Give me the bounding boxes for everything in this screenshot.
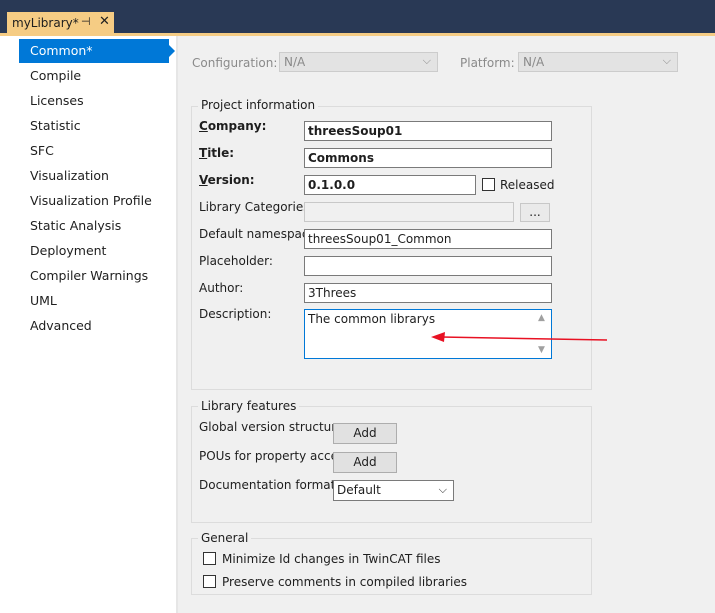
author-label: Author:: [199, 281, 244, 295]
nav-item-advanced[interactable]: Advanced: [19, 314, 169, 338]
browse-categories-button[interactable]: ...: [520, 203, 550, 222]
library-categories-field: [304, 202, 514, 222]
documentation-format-select[interactable]: Default ⌵: [333, 480, 454, 501]
documentation-format-label: Documentation format:: [199, 478, 340, 492]
version-label: Version:: [199, 173, 255, 187]
chevron-down-icon: ⌵: [438, 483, 447, 496]
documentation-format-value: Default: [337, 483, 381, 497]
minimize-id-changes-checkbox[interactable]: [203, 552, 216, 565]
library-categories-label: Library Categories:: [199, 200, 314, 214]
general-title: General: [198, 531, 252, 545]
nav-item-sfc[interactable]: SFC: [19, 139, 169, 163]
company-field[interactable]: threesSoup01: [304, 121, 552, 141]
annotation-arrow-line: [440, 336, 608, 341]
chevron-down-icon: ⌵: [422, 54, 431, 67]
nav-item-visualization-profile[interactable]: Visualization Profile: [19, 189, 169, 213]
description-label: Description:: [199, 307, 272, 321]
content-divider: [176, 36, 178, 613]
pin-icon[interactable]: ⊣: [81, 15, 91, 28]
preserve-comments-checkbox[interactable]: [203, 575, 216, 588]
nav-item-compiler-warnings[interactable]: Compiler Warnings: [19, 264, 169, 288]
title-field[interactable]: Commons: [304, 148, 552, 168]
nav-item-common[interactable]: Common*: [19, 39, 169, 63]
platform-label: Platform:: [460, 56, 515, 70]
global-version-label: Global version structure:: [199, 420, 348, 434]
nav-item-deployment[interactable]: Deployment: [19, 239, 169, 263]
add-global-version-button[interactable]: Add: [333, 423, 397, 444]
released-checkbox[interactable]: [482, 178, 495, 191]
annotation-arrow-head: [431, 332, 445, 342]
minimize-id-changes-label: Minimize Id changes in TwinCAT files: [222, 552, 441, 566]
active-item-arrow-icon: [169, 45, 175, 57]
released-label: Released: [500, 178, 555, 192]
author-field[interactable]: 3Threes: [304, 283, 552, 303]
chevron-down-icon: ⌵: [662, 54, 671, 67]
placeholder-field[interactable]: [304, 256, 552, 276]
default-namespace-label: Default namespace:: [199, 227, 320, 241]
nav-item-static-analysis[interactable]: Static Analysis: [19, 214, 169, 238]
nav-item-compile[interactable]: Compile: [19, 64, 169, 88]
library-features-title: Library features: [198, 399, 300, 413]
add-pous-property-access-button[interactable]: Add: [333, 452, 397, 473]
company-label: Company:: [199, 119, 267, 133]
document-tab-mylibrary[interactable]: myLibrary* ⊣ ✕: [7, 12, 114, 34]
nav-item-statistic[interactable]: Statistic: [19, 114, 169, 138]
nav-item-uml[interactable]: UML: [19, 289, 169, 313]
project-information-title: Project information: [198, 98, 319, 112]
configuration-select: N/A ⌵: [279, 52, 438, 72]
nav-item-licenses[interactable]: Licenses: [19, 89, 169, 113]
description-text: The common librarys: [308, 312, 436, 326]
nav-item-visualization[interactable]: Visualization: [19, 164, 169, 188]
configuration-label: Configuration:: [192, 56, 278, 70]
version-field[interactable]: 0.1.0.0: [304, 175, 476, 195]
title-label-rest: itle:: [207, 146, 235, 160]
default-namespace-field[interactable]: threesSoup01_Common: [304, 229, 552, 249]
version-label-rest: ersion:: [207, 173, 255, 187]
close-icon[interactable]: ✕: [99, 14, 110, 29]
annotation-arrow: [431, 332, 608, 342]
document-tab-title: myLibrary*: [12, 16, 79, 30]
preserve-comments-label: Preserve comments in compiled libraries: [222, 575, 467, 589]
pous-property-access-label: POUs for property access:: [199, 449, 355, 463]
platform-value: N/A: [523, 55, 545, 69]
title-label: Title:: [199, 146, 235, 160]
platform-select: N/A ⌵: [518, 52, 678, 72]
configuration-value: N/A: [284, 55, 306, 69]
placeholder-label: Placeholder:: [199, 254, 273, 268]
scroll-up-icon[interactable]: ▲: [538, 313, 545, 323]
company-label-rest: ompany:: [207, 119, 267, 133]
